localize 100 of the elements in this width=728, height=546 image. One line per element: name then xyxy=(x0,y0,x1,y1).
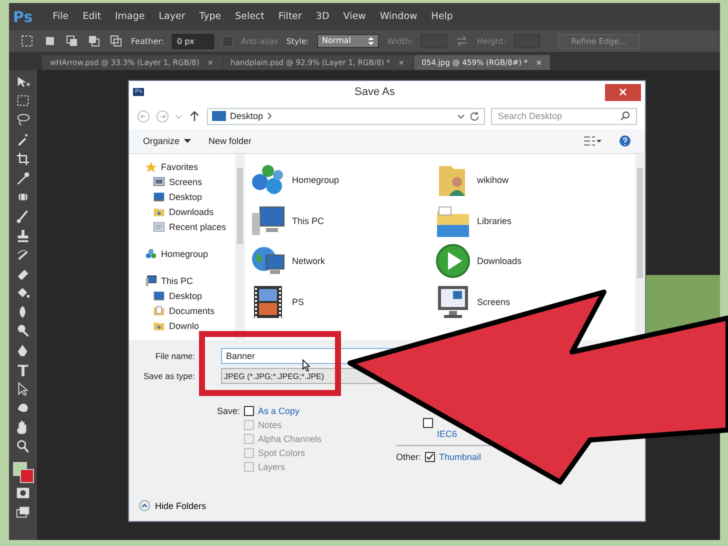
scrollbar[interactable] xyxy=(235,154,245,340)
option-label: IEC6 xyxy=(437,429,458,439)
color-swatches[interactable] xyxy=(13,462,33,482)
item-label: Homegroup xyxy=(292,175,340,186)
command-button[interactable]: Organize xyxy=(143,136,191,146)
option-label: Thumbnail xyxy=(439,452,482,462)
search-field[interactable]: Search Desktop xyxy=(491,108,637,124)
item-label: Network xyxy=(292,256,326,266)
nav-label: Downloads xyxy=(169,207,214,217)
view-options-icon[interactable] xyxy=(583,135,601,147)
search-icon xyxy=(620,111,630,121)
anti-alias-label: Anti-alias xyxy=(240,36,278,46)
menu-item[interactable]: View xyxy=(343,11,366,22)
add-selection-icon[interactable] xyxy=(65,34,79,48)
screen-mode-icon[interactable] xyxy=(15,504,31,520)
menu-item[interactable]: Help xyxy=(431,11,453,22)
location-icon xyxy=(153,305,165,317)
intersect-selection-icon[interactable] xyxy=(109,34,123,48)
menu-item[interactable]: Select xyxy=(235,11,264,22)
app-logo: Ps xyxy=(13,8,33,26)
nav-label: Documents xyxy=(169,306,215,316)
item-label: Downloads xyxy=(477,256,522,266)
play-circle-icon xyxy=(435,243,471,280)
feather-field[interactable]: 0 px xyxy=(172,34,214,48)
option-label: As a Copy xyxy=(258,406,300,416)
path-text: Desktop xyxy=(230,111,264,121)
nav-label: Homegroup xyxy=(161,249,208,259)
dodge-icon[interactable] xyxy=(15,323,31,340)
lasso-icon[interactable] xyxy=(15,112,31,128)
nav-item[interactable]: Favorites xyxy=(145,160,235,174)
nav-item[interactable]: Downlo xyxy=(145,319,235,333)
menu-item[interactable]: Type xyxy=(199,11,222,22)
nav-item[interactable]: This PC xyxy=(145,274,235,288)
refresh-icon[interactable] xyxy=(469,110,480,122)
nav-label: This PC xyxy=(161,276,194,286)
eyedropper-icon[interactable] xyxy=(15,170,31,186)
stamp-icon[interactable] xyxy=(15,228,31,244)
item-label: This PC xyxy=(292,216,324,226)
height-label: Height: xyxy=(476,36,506,46)
nav-label: Desktop xyxy=(169,192,202,202)
nav-item[interactable]: Desktop xyxy=(145,190,235,204)
desktop-icon xyxy=(212,110,226,122)
nav-label: Downlo xyxy=(169,321,200,331)
location-icon xyxy=(153,221,165,233)
explorer-item[interactable]: Libraries xyxy=(435,200,635,241)
command-button[interactable]: New folder xyxy=(208,136,252,146)
marquee-icon[interactable] xyxy=(21,34,35,48)
move-tool-icon[interactable] xyxy=(15,74,31,90)
up-arrow-icon[interactable] xyxy=(188,110,201,122)
menu-item[interactable]: Edit xyxy=(82,11,101,22)
nav-label: Desktop xyxy=(169,291,202,301)
location-icon xyxy=(153,206,165,218)
menu-item[interactable]: Layer xyxy=(158,11,186,22)
brush-icon[interactable] xyxy=(15,208,31,224)
menu-item[interactable]: Image xyxy=(114,11,145,22)
explorer-item[interactable]: Homegroup xyxy=(250,160,435,200)
explorer-item[interactable]: wikihow xyxy=(435,160,635,200)
chevron-up-icon xyxy=(139,500,150,511)
save-as-type-label: Save as type: xyxy=(142,371,196,381)
nav-label: Favorites xyxy=(161,162,198,172)
explorer-item[interactable]: PS xyxy=(250,282,435,322)
nav-item[interactable]: Downloads xyxy=(145,205,235,219)
checkbox[interactable] xyxy=(423,418,433,428)
nav-item[interactable]: Documents xyxy=(145,304,235,318)
checkbox[interactable] xyxy=(244,406,254,416)
dialog-title: Save As xyxy=(353,86,396,98)
location-icon xyxy=(153,320,165,332)
explorer-item[interactable]: Network xyxy=(250,241,435,282)
explorer-item[interactable]: This PC xyxy=(250,200,435,241)
help-icon[interactable] xyxy=(619,135,631,147)
close-icon xyxy=(619,88,627,96)
save-label: Save: xyxy=(217,406,240,418)
other-label: Other: xyxy=(396,452,422,462)
location-icon xyxy=(145,161,157,173)
new-selection-icon[interactable] xyxy=(43,34,57,48)
nav-item[interactable]: Homegroup xyxy=(145,247,235,261)
zoom-icon[interactable] xyxy=(15,438,31,455)
menu-item[interactable]: Filter xyxy=(278,11,302,22)
menu-item[interactable]: Window xyxy=(380,11,418,22)
style-label: Style: xyxy=(286,36,309,46)
location-icon xyxy=(145,275,157,287)
explorer-item[interactable]: Downloads xyxy=(435,241,635,282)
width-label: Width: xyxy=(386,36,413,46)
address-bar[interactable]: Desktop xyxy=(207,108,485,124)
menu-item[interactable]: 3D xyxy=(316,11,330,22)
checkbox[interactable] xyxy=(425,452,436,462)
crop-icon[interactable] xyxy=(15,150,31,167)
explorer-item[interactable]: Screens xyxy=(435,282,635,322)
hide-folders-button[interactable]: Hide Folders xyxy=(139,500,637,511)
nav-item[interactable]: Recent places xyxy=(145,220,235,234)
nav-item[interactable]: Desktop xyxy=(145,289,235,303)
item-label: PS xyxy=(292,296,304,307)
close-button[interactable] xyxy=(605,84,641,100)
style-dropdown[interactable]: Normal xyxy=(316,34,379,48)
swap-icon[interactable] xyxy=(454,34,469,48)
nav-item[interactable]: Screens xyxy=(145,175,235,189)
option-label: Spot Colors xyxy=(258,448,306,458)
subtract-selection-icon[interactable] xyxy=(87,34,101,48)
menu-item[interactable]: File xyxy=(52,11,69,22)
chevron-down-icon[interactable] xyxy=(457,112,465,120)
